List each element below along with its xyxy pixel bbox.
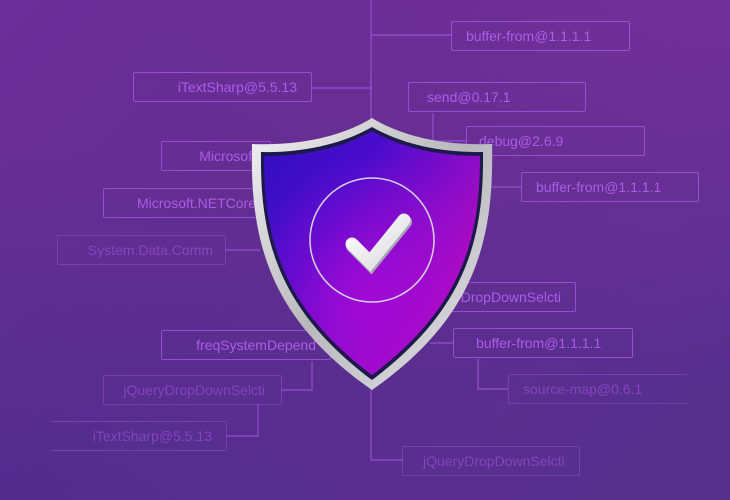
dependency-node: System.Data.Comm (57, 235, 226, 265)
dependency-node: source-map@0.6.1 (508, 374, 688, 404)
dependency-node: send@0.17.1 (408, 82, 586, 112)
dependency-node: iTextSharp@5.5.13 (133, 72, 312, 102)
dependency-node: jQueryDropDownSelcti (402, 446, 580, 476)
connector-jquery-itext (227, 404, 259, 437)
dependency-node: iTextSharp@5.5.13 (50, 421, 227, 451)
dependency-node: buffer-from@1.1.1.1 (521, 172, 699, 202)
dependency-node: Microsoft.NETCore (103, 188, 271, 218)
dependency-node: buffer-from@1.1.1.1 (451, 21, 630, 51)
shield-check-icon (251, 118, 493, 390)
